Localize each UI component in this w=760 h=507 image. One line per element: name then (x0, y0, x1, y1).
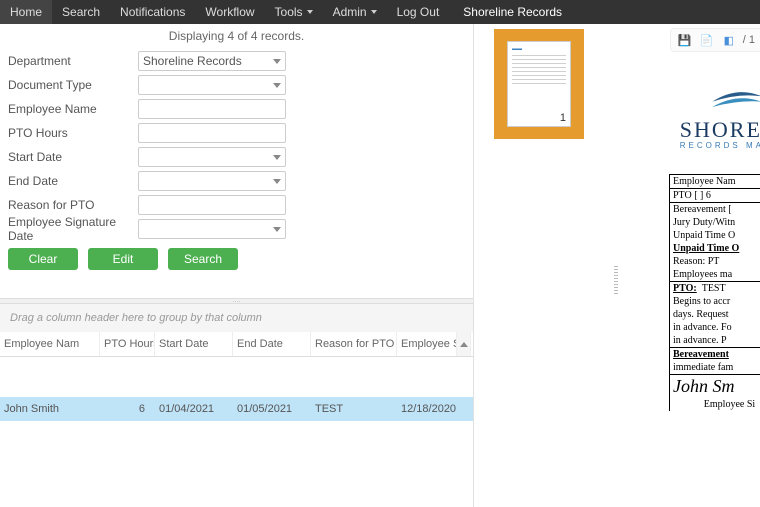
thumbnail-doc: ▬▬ 1 (507, 41, 571, 127)
doc-line: Employee Nam (670, 175, 760, 189)
nav-notifications[interactable]: Notifications (110, 0, 195, 24)
page-counter: / 1 (743, 34, 755, 46)
group-panel[interactable]: Drag a column header here to group by th… (0, 304, 473, 332)
reason-label: Reason for PTO (8, 198, 138, 212)
nav-tools[interactable]: Tools (265, 0, 323, 24)
thumb-page-number: 1 (560, 112, 566, 124)
doc-line: Jury Duty/Witn (670, 216, 760, 229)
doc-line: PTO: TEST (670, 282, 760, 295)
doc-line: Bereavement (670, 348, 760, 361)
nav-workflow[interactable]: Workflow (195, 0, 264, 24)
save-icon[interactable]: 💾 (677, 32, 693, 48)
start-label: Start Date (8, 150, 138, 164)
doc-line: immediate fam (670, 361, 760, 375)
logo-text-1: SHORE (680, 117, 760, 143)
doc-line: Unpaid Time O (670, 242, 760, 255)
thumbnail-selected[interactable]: ▬▬ 1 (494, 29, 584, 139)
start-date-input[interactable] (138, 147, 286, 167)
search-button[interactable]: Search (168, 248, 238, 270)
doc-line: days. Request (670, 308, 760, 321)
doc-line: Reason: PT (670, 255, 760, 268)
main-layout: Displaying 4 of 4 records. Department Sh… (0, 24, 760, 507)
cell-start: 01/04/2021 (155, 397, 233, 421)
doc-signature: John Sm (670, 375, 760, 398)
doctype-label: Document Type (8, 78, 138, 92)
pto-hours-input[interactable] (138, 123, 286, 143)
cell-emp: John Smith (0, 397, 100, 421)
col-end-date[interactable]: End Date (233, 332, 311, 356)
add-page-icon[interactable]: 📄 (699, 32, 715, 48)
col-emp-sig[interactable]: Employee S (397, 332, 457, 356)
records-summary: Displaying 4 of 4 records. (0, 24, 473, 48)
logo-swoosh-icon (710, 84, 760, 114)
reason-input[interactable] (138, 195, 286, 215)
brand-label: Shoreline Records (455, 0, 570, 24)
doc-line: in advance. P (670, 334, 760, 348)
nav-search[interactable]: Search (52, 0, 110, 24)
empname-label: Employee Name (8, 102, 138, 116)
col-reason[interactable]: Reason for PTO (311, 332, 397, 356)
nav-admin[interactable]: Admin (323, 0, 387, 24)
table-row[interactable]: John Smith 6 01/04/2021 01/05/2021 TEST … (0, 397, 473, 421)
doc-line: PTO [ ] 6 (670, 189, 760, 203)
doc-line: in advance. Fo (670, 321, 760, 334)
edit-button[interactable]: Edit (88, 248, 158, 270)
vertical-splitter[interactable] (614, 266, 618, 296)
employee-sig-date-input[interactable] (138, 219, 286, 239)
grid-header: Employee Nam PTO Hours Start Date End Da… (0, 332, 473, 357)
viewer-toolbar: 💾 📄 ◧ / 1 (670, 28, 760, 52)
department-label: Department (8, 54, 138, 68)
top-navbar: Home Search Notifications Workflow Tools… (0, 0, 760, 24)
chevron-down-icon (371, 10, 377, 14)
tool-icon[interactable]: ◧ (721, 32, 737, 48)
sigdate-label: Employee Signature Date (8, 215, 138, 243)
doctype-select[interactable] (138, 75, 286, 95)
chevron-down-icon (307, 10, 313, 14)
cell-reason: TEST (311, 397, 397, 421)
doc-sig-label: Employee Si (670, 398, 760, 411)
document-viewer: ▬▬ 1 💾 📄 ◧ / 1 SHORE RECORDS MA Employee… (474, 24, 760, 507)
end-date-input[interactable] (138, 171, 286, 191)
nav-home[interactable]: Home (0, 0, 52, 24)
pto-label: PTO Hours (8, 126, 138, 140)
search-form: Department Shoreline Records Document Ty… (0, 48, 473, 278)
left-pane: Displaying 4 of 4 records. Department Sh… (0, 24, 474, 507)
col-employee-name[interactable]: Employee Nam (0, 332, 100, 356)
doc-line: Begins to accr (670, 295, 760, 308)
cell-sig: 12/18/2020 (397, 397, 457, 421)
doc-line: Employees ma (670, 268, 760, 282)
scroll-up-icon[interactable] (457, 332, 471, 356)
document-preview: Employee Nam PTO [ ] 6 Bereavement [ Jur… (669, 174, 760, 411)
nav-logout[interactable]: Log Out (387, 0, 450, 24)
doc-line: Unpaid Time O (670, 229, 760, 242)
employee-name-input[interactable] (138, 99, 286, 119)
department-select[interactable]: Shoreline Records (138, 51, 286, 71)
doc-line: Bereavement [ (670, 203, 760, 216)
clear-button[interactable]: Clear (8, 248, 78, 270)
cell-pto: 6 (100, 397, 155, 421)
brand-logo: SHORE RECORDS MA (680, 84, 760, 150)
end-label: End Date (8, 174, 138, 188)
col-pto-hours[interactable]: PTO Hours (100, 332, 155, 356)
cell-end: 01/05/2021 (233, 397, 311, 421)
col-start-date[interactable]: Start Date (155, 332, 233, 356)
logo-text-2: RECORDS MA (680, 141, 760, 150)
